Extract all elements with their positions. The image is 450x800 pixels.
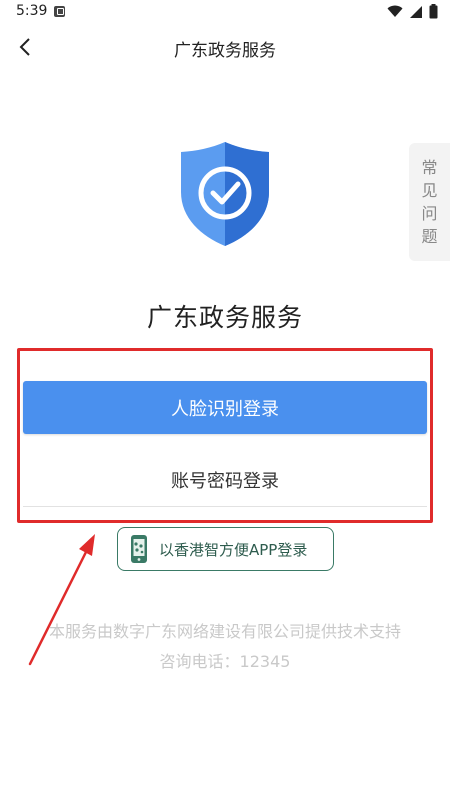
support-text: 本服务由数字广东网络建设有限公司提供技术支持 [48,622,401,641]
signal-icon [410,5,422,18]
face-login-button[interactable]: 人脸识别登录 [23,381,427,434]
app-header: 广东政务服务 [0,24,450,70]
header-title: 广东政务服务 [174,41,276,61]
shield-check-icon [181,142,269,246]
faq-char: 问 [421,203,438,223]
faq-char: 题 [421,226,438,246]
hk-app-phone-icon [131,535,147,563]
status-time: 5:39 [16,3,48,19]
faq-char: 见 [421,180,438,200]
faq-char: 常 [421,157,438,177]
hk-app-login-button[interactable]: 以香港智方便APP登录 [117,527,334,571]
page-title: 广东政务服务 [146,303,303,332]
hk-app-login-label: 以香港智方便APP登录 [159,540,308,559]
status-bar: 5:39 [0,0,450,24]
hotline-text: 咨询电话：12345 [159,652,291,671]
notification-icon [54,6,65,17]
status-icons [387,4,438,19]
wifi-icon [387,5,403,17]
battery-icon [429,4,438,19]
faq-tab[interactable]: 常 见 问 题 [409,143,450,261]
password-login-button[interactable]: 账号密码登录 [23,454,427,507]
